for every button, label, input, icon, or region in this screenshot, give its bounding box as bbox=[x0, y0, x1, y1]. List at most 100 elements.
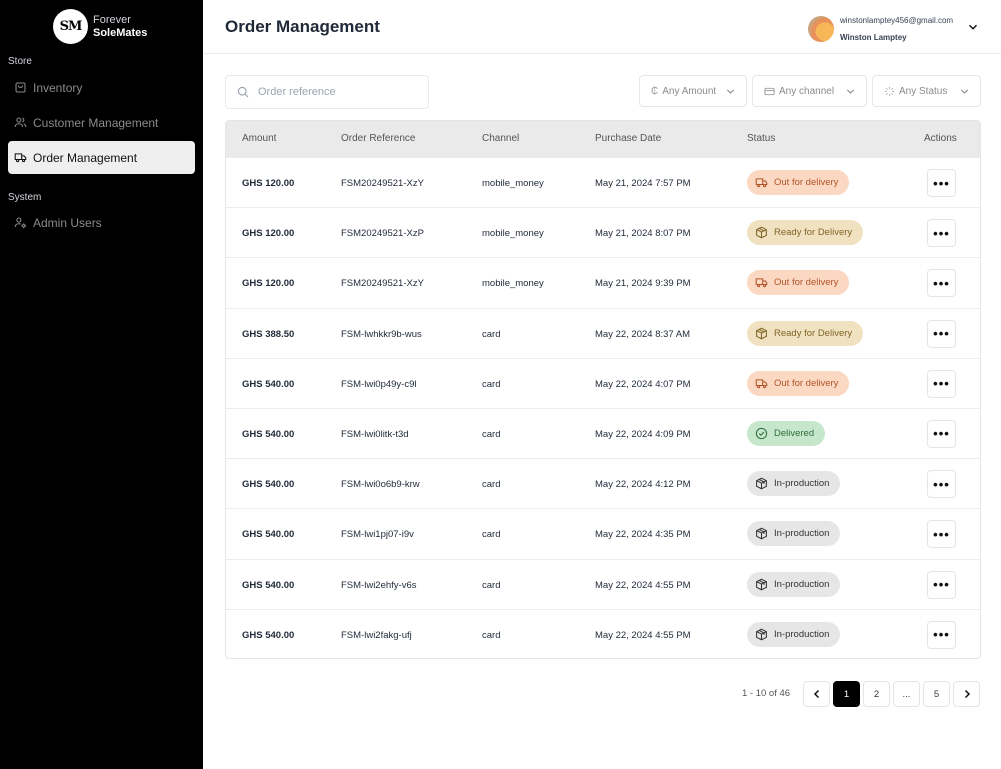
truck-icon bbox=[755, 178, 768, 188]
table-row[interactable]: GHS 540.00 FSM-lwi2ehfy-v6s card May 22, 20… bbox=[226, 558, 980, 609]
table-row[interactable]: GHS 120.00 FSM20249521-XzP mobile_money May… bbox=[226, 207, 980, 257]
table-body: GHS 120.00 FSM20249521-XzY mobile_money May… bbox=[226, 157, 980, 658]
column-header-actions: Actions bbox=[924, 133, 957, 144]
box-icon bbox=[756, 527, 767, 540]
pagination-range: 1 - 10 of 46 bbox=[742, 688, 791, 699]
chevron-down-icon[interactable] bbox=[968, 22, 978, 32]
brand-name-line1: Forever bbox=[93, 13, 131, 26]
page-button-5[interactable]: 5 bbox=[923, 681, 950, 707]
cell-order-reference: FSM-lwi2ehfy-v6s bbox=[341, 579, 417, 591]
cell-order-reference: FSM20249521-XzY bbox=[341, 178, 424, 189]
cell-purchase-date: May 22, 2024 4:55 PM bbox=[595, 629, 691, 641]
logo: SM bbox=[53, 9, 88, 44]
cell-order-reference: FSM-lwi2fakg-ufj bbox=[341, 629, 412, 641]
column-header-order-reference[interactable]: Order Reference bbox=[341, 133, 415, 144]
table-row[interactable]: GHS 388.50 FSM-lwhkkr9b-wus card May 22, 20… bbox=[226, 307, 980, 358]
table-row[interactable]: GHS 120.00 FSM20249521-XzY mobile_money May… bbox=[226, 157, 980, 207]
cell-channel: card bbox=[482, 378, 501, 390]
cell-channel: card bbox=[482, 629, 501, 641]
cell-order-reference: FSM20249521-XzP bbox=[341, 228, 424, 240]
prev-page-button[interactable] bbox=[803, 681, 830, 707]
search-input[interactable] bbox=[258, 86, 418, 98]
row-actions-button[interactable]: ••• bbox=[927, 470, 956, 499]
table-row[interactable]: GHS 120.00 FSM20249521-XzY mobile_money May… bbox=[226, 257, 980, 307]
box-icon bbox=[756, 578, 767, 590]
row-actions-button[interactable]: ••• bbox=[927, 369, 956, 398]
cell-purchase-date: May 22, 2024 8:37 AM bbox=[595, 328, 691, 340]
channel-filter[interactable]: Any channel bbox=[752, 75, 867, 107]
chevron-right-icon bbox=[964, 689, 970, 699]
card-icon bbox=[764, 87, 775, 95]
table-row[interactable]: GHS 540.00 FSM-lwi0litk-t3d card May 22, 20… bbox=[226, 407, 980, 458]
row-actions-button[interactable]: ••• bbox=[927, 620, 956, 649]
sidebar: SM Forever SoleMates Store Inventory Cus… bbox=[0, 0, 203, 769]
table-row[interactable]: GHS 540.00 FSM-lwi2fakg-ufj card May 22, 20… bbox=[226, 608, 980, 658]
column-header-purchase-date[interactable]: Purchase Date bbox=[595, 133, 661, 144]
page-button-2[interactable]: 2 bbox=[863, 681, 890, 707]
status-badge: In-production bbox=[747, 471, 841, 497]
avatar bbox=[808, 16, 834, 42]
search-icon bbox=[237, 86, 249, 98]
cell-amount: GHS 540.00 bbox=[242, 529, 295, 541]
status-badge: In-production bbox=[747, 621, 841, 647]
cell-amount: GHS 120.00 bbox=[242, 278, 295, 290]
sidebar-item-order-management[interactable]: Order Management bbox=[8, 141, 195, 174]
cell-channel: card bbox=[482, 479, 501, 491]
sidebar-item-label: Customer Management bbox=[33, 115, 159, 130]
status-badge: Out for delivery bbox=[747, 270, 850, 296]
row-actions-button[interactable]: ••• bbox=[927, 169, 956, 197]
row-actions-button[interactable]: ••• bbox=[927, 269, 956, 298]
amount-filter[interactable]: ₵ Any Amount bbox=[639, 75, 747, 107]
cell-purchase-date: May 21, 2024 8:07 PM bbox=[595, 228, 691, 240]
brand[interactable]: SM Forever SoleMates bbox=[53, 9, 147, 44]
cell-order-reference: FSM-lwhkkr9b-wus bbox=[341, 328, 422, 340]
user-menu[interactable]: winstonlamptey456@gmail.com Winston Lamp… bbox=[808, 12, 953, 46]
sidebar-item-inventory[interactable]: Inventory bbox=[8, 71, 195, 104]
status-filter[interactable]: Any Status bbox=[872, 75, 981, 107]
chevron-down-icon bbox=[846, 88, 855, 94]
cell-order-reference: FSM-lwi0p49y-c9l bbox=[341, 378, 417, 390]
search-box bbox=[225, 75, 429, 109]
cell-amount: GHS 120.00 bbox=[242, 178, 295, 189]
channel-filter-label: Any channel bbox=[779, 85, 835, 97]
page-title: Order Management bbox=[225, 17, 380, 36]
sidebar-item-label: Order Management bbox=[33, 150, 138, 165]
next-page-button[interactable] bbox=[953, 681, 980, 707]
column-header-channel[interactable]: Channel bbox=[482, 133, 519, 144]
status-badge: Ready for Delivery bbox=[747, 320, 864, 346]
row-actions-button[interactable]: ••• bbox=[927, 419, 956, 448]
sidebar-item-customer-management[interactable]: Customer Management bbox=[8, 106, 195, 139]
cell-channel: card bbox=[482, 328, 501, 340]
status-label: In-production bbox=[774, 628, 830, 640]
section-label-store: Store bbox=[8, 56, 32, 67]
status-badge: Ready for Delivery bbox=[747, 220, 864, 246]
column-header-status[interactable]: Status bbox=[747, 133, 775, 144]
sidebar-item-label: Inventory bbox=[33, 80, 83, 95]
cell-amount: GHS 540.00 bbox=[242, 479, 295, 491]
table-row[interactable]: GHS 540.00 FSM-lwi0p49y-c9l card May 22, 20… bbox=[226, 357, 980, 408]
row-actions-button[interactable]: ••• bbox=[927, 570, 956, 599]
table-row[interactable]: GHS 540.00 FSM-lwi0o6b9-krw card May 22, 20… bbox=[226, 458, 980, 508]
row-actions-button[interactable]: ••• bbox=[927, 219, 956, 248]
cell-amount: GHS 540.00 bbox=[242, 579, 295, 591]
cedi-icon: ₵ bbox=[651, 85, 659, 97]
check-circle-icon bbox=[755, 427, 768, 440]
sidebar-item-label: Admin Users bbox=[33, 215, 102, 230]
cell-purchase-date: May 22, 2024 4:09 PM bbox=[595, 428, 691, 440]
sidebar-item-admin-users[interactable]: Admin Users bbox=[8, 206, 195, 239]
section-label-system: System bbox=[8, 192, 42, 203]
cell-amount: GHS 388.50 bbox=[242, 328, 295, 340]
page-button-1[interactable]: 1 bbox=[833, 681, 860, 707]
cell-amount: GHS 120.00 bbox=[242, 228, 295, 240]
column-header-amount[interactable]: Amount bbox=[242, 133, 276, 144]
row-actions-button[interactable]: ••• bbox=[927, 520, 956, 549]
cell-order-reference: FSM20249521-XzY bbox=[341, 278, 424, 290]
status-badge: In-production bbox=[747, 571, 841, 597]
status-badge: Out for delivery bbox=[747, 370, 850, 396]
row-actions-button[interactable]: ••• bbox=[927, 319, 956, 348]
bag-icon bbox=[15, 82, 26, 93]
table-row[interactable]: GHS 540.00 FSM-lwi1pj07-i9v card May 22, 20… bbox=[226, 508, 980, 558]
status-label: Out for delivery bbox=[774, 377, 839, 389]
amount-filter-label: Any Amount bbox=[662, 85, 717, 97]
user-gear-icon bbox=[14, 217, 27, 229]
